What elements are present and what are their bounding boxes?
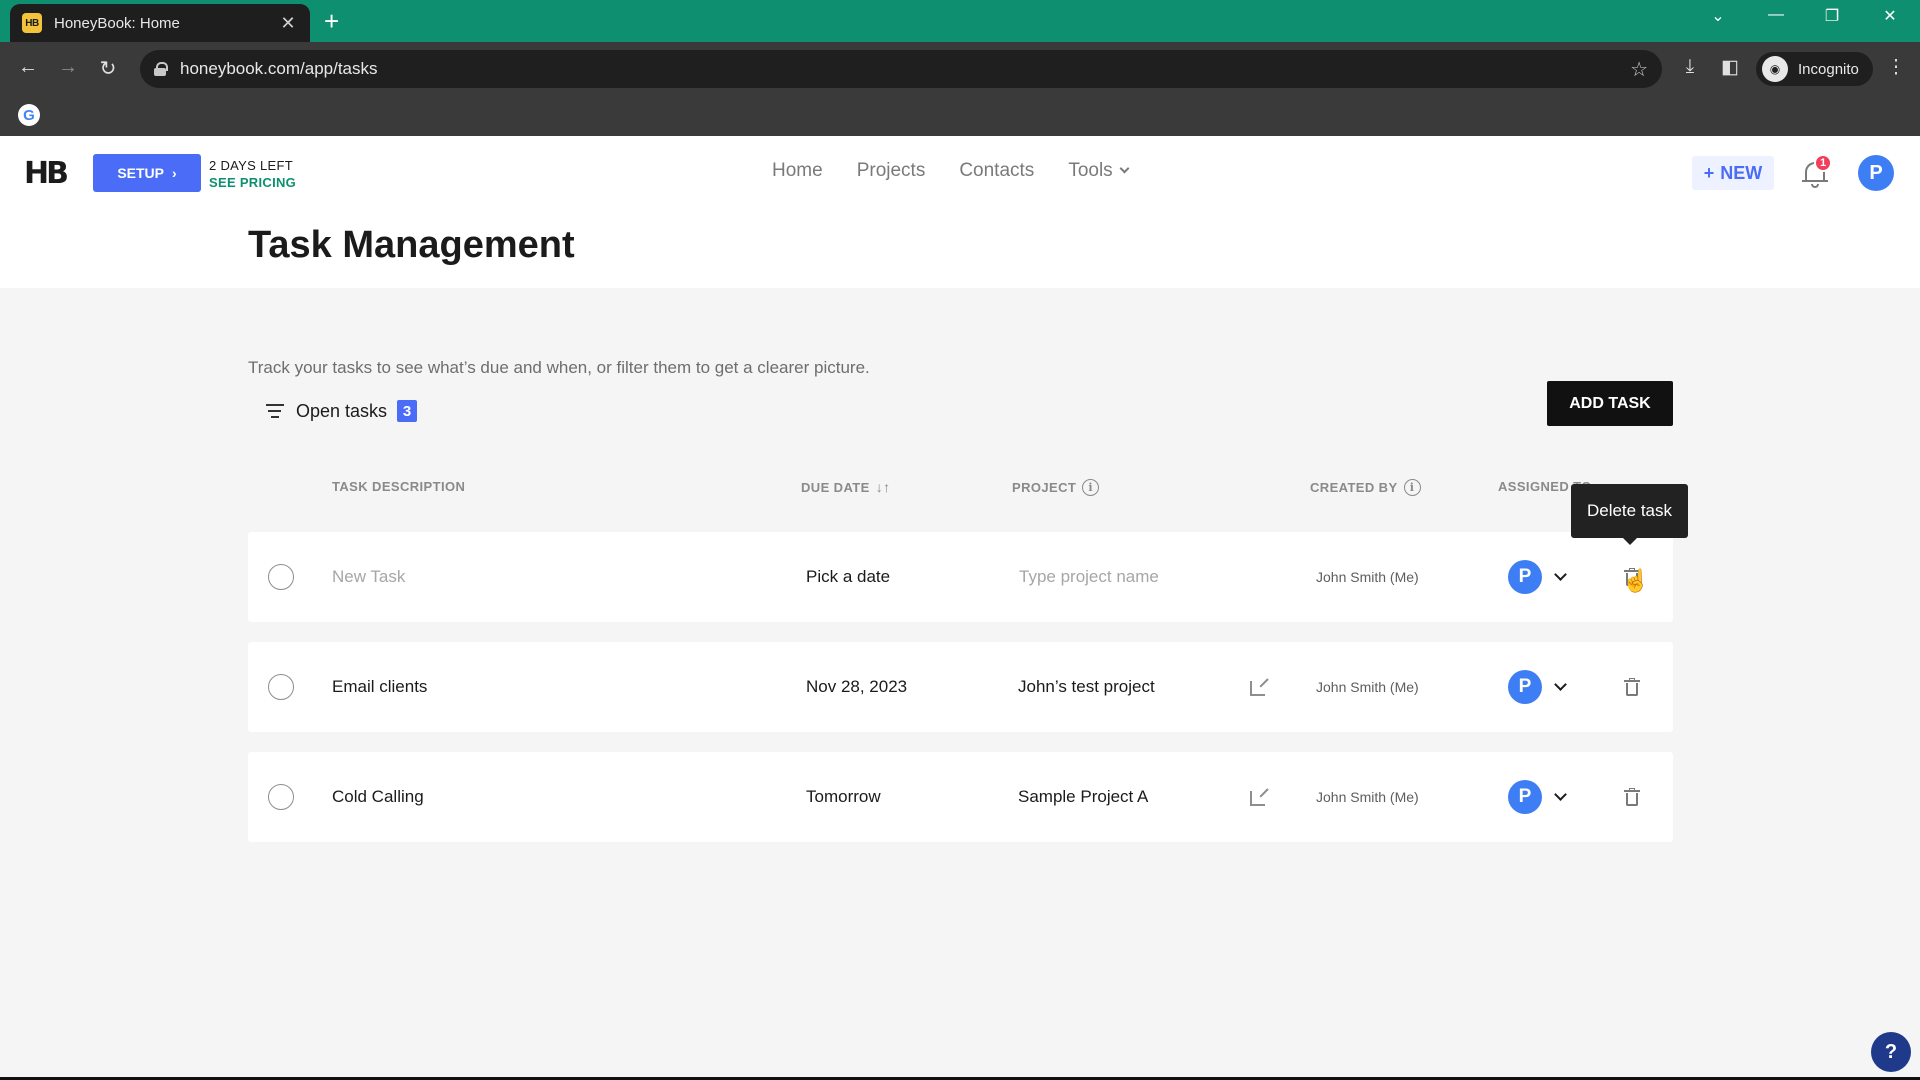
browser-toolbar: ← → ↻ honeybook.com/app/tasks ☆ ⤓ ◧ ◉ In… (0, 42, 1920, 96)
column-header-task: TASK DESCRIPTION (332, 479, 465, 494)
nav-home[interactable]: Home (772, 160, 823, 182)
column-header-created-by: CREATED BY i (1310, 479, 1421, 496)
column-header-due-label: DUE DATE (801, 479, 870, 495)
restore-icon[interactable]: ❐ (1820, 6, 1844, 26)
info-icon[interactable]: i (1082, 479, 1100, 496)
chevron-down-icon (1554, 677, 1567, 691)
url-text: honeybook.com/app/tasks (180, 59, 378, 78)
setup-button[interactable]: SETUP › (93, 154, 201, 192)
incognito-icon: ◉ (1762, 56, 1788, 82)
honeybook-favicon-icon: HB (22, 13, 42, 33)
created-by: John Smith (Me) (1316, 789, 1419, 805)
task-description[interactable]: Cold Calling (332, 752, 424, 842)
delete-task-tooltip: Delete task (1571, 484, 1688, 545)
open-tasks-filter[interactable]: Open tasks 3 (266, 400, 418, 422)
table-row: Cold Calling Tomorrow Sample Project A J… (248, 752, 1673, 842)
nav-tools[interactable]: Tools (1068, 160, 1130, 182)
sort-icon: ↓↑ (875, 479, 891, 495)
setup-label: SETUP (117, 165, 164, 181)
forward-icon[interactable]: → (54, 56, 82, 79)
address-bar[interactable]: honeybook.com/app/tasks ☆ (140, 50, 1662, 88)
assignee-dropdown[interactable]: P (1508, 532, 1567, 622)
reload-icon[interactable]: ↻ (94, 56, 122, 81)
browser-tab[interactable]: HB HoneyBook: Home ✕ (10, 4, 310, 42)
assignee-dropdown[interactable]: P (1508, 752, 1567, 842)
google-bookmark-icon[interactable]: G (18, 104, 40, 126)
honeybook-logo[interactable]: HB (24, 156, 69, 191)
back-icon[interactable]: ← (14, 56, 42, 79)
created-by: John Smith (Me) (1316, 679, 1419, 695)
lock-icon (154, 62, 168, 76)
incognito-profile[interactable]: ◉ Incognito (1756, 52, 1873, 86)
new-task-input[interactable]: New Task (332, 532, 405, 622)
chevron-down-icon (1554, 787, 1567, 801)
trash-icon[interactable] (1624, 788, 1640, 806)
column-header-due-date[interactable]: DUE DATE ↓↑ (801, 479, 891, 495)
add-task-button[interactable]: ADD TASK (1547, 381, 1673, 426)
bookmarks-bar: G (0, 96, 1920, 136)
column-header-project: PROJECT i (1012, 479, 1100, 496)
close-window-icon[interactable]: ✕ (1878, 6, 1902, 26)
table-row: Email clients Nov 28, 2023 John’s test p… (248, 642, 1673, 732)
filter-count-badge: 3 (397, 400, 418, 422)
download-icon[interactable]: ⤓ (1676, 56, 1704, 78)
task-checkbox[interactable] (268, 784, 294, 810)
project-name[interactable]: John’s test project (1018, 642, 1155, 732)
nav-contacts[interactable]: Contacts (959, 160, 1034, 182)
assignee-avatar: P (1508, 780, 1542, 814)
notification-badge: 1 (1814, 154, 1832, 172)
assignee-avatar: P (1508, 670, 1542, 704)
task-description[interactable]: Email clients (332, 642, 427, 732)
page-title: Task Management (248, 224, 575, 266)
chevron-right-icon: › (172, 165, 177, 181)
column-header-project-label: PROJECT (1012, 480, 1077, 495)
bookmark-star-icon[interactable]: ☆ (1630, 57, 1648, 82)
help-button[interactable]: ? (1871, 1032, 1911, 1072)
tab-search-icon[interactable]: ⌄ (1706, 6, 1730, 26)
created-by: John Smith (Me) (1316, 569, 1419, 585)
trash-icon[interactable] (1624, 678, 1640, 696)
info-icon[interactable]: i (1403, 479, 1421, 496)
new-button[interactable]: + NEW (1692, 156, 1774, 190)
due-date[interactable]: Tomorrow (806, 752, 881, 842)
task-checkbox[interactable] (268, 564, 294, 590)
project-name-input[interactable]: Type project name (1019, 532, 1159, 622)
tab-title: HoneyBook: Home (54, 14, 180, 32)
hand-cursor-icon: ☝ (1622, 568, 1650, 593)
assignee-avatar: P (1508, 560, 1542, 594)
filter-icon (266, 404, 284, 418)
nav-projects[interactable]: Projects (857, 160, 926, 182)
column-header-task-label: TASK DESCRIPTION (332, 479, 466, 494)
open-project-icon[interactable] (1250, 678, 1269, 696)
see-pricing-link[interactable]: SEE PRICING (209, 175, 296, 190)
browser-menu-icon[interactable]: ⋮ (1882, 56, 1910, 79)
incognito-label: Incognito (1798, 60, 1859, 78)
chevron-down-icon (1119, 163, 1130, 174)
nav-tools-label: Tools (1068, 160, 1113, 181)
column-header-created-label: CREATED BY (1310, 480, 1398, 495)
due-date[interactable]: Nov 28, 2023 (806, 642, 907, 732)
new-label: NEW (1720, 162, 1763, 183)
project-name[interactable]: Sample Project A (1018, 752, 1148, 842)
side-panel-icon[interactable]: ◧ (1716, 56, 1744, 79)
app-header: HB SETUP › 2 DAYS LEFT SEE PRICING Home … (0, 136, 1920, 288)
trial-days-left: 2 DAYS LEFT (209, 158, 293, 173)
task-checkbox[interactable] (268, 674, 294, 700)
open-project-icon[interactable] (1250, 788, 1269, 806)
filter-label: Open tasks (296, 400, 388, 421)
plus-icon: + (1703, 162, 1715, 183)
user-avatar[interactable]: P (1858, 155, 1894, 191)
new-task-row: New Task Pick a date Type project name J… (248, 532, 1673, 622)
new-tab-icon[interactable]: + (324, 8, 339, 34)
intro-text: Track your tasks to see what’s due and w… (248, 358, 870, 377)
close-tab-icon[interactable]: ✕ (278, 13, 298, 34)
main-nav: Home Projects Contacts Tools (772, 160, 1130, 182)
chevron-down-icon (1554, 567, 1567, 581)
browser-tab-bar: HB HoneyBook: Home ✕ + ⌄ — ❐ ✕ (0, 0, 1920, 42)
minimize-icon[interactable]: — (1764, 6, 1788, 24)
due-date-picker[interactable]: Pick a date (806, 532, 890, 622)
assignee-dropdown[interactable]: P (1508, 642, 1567, 732)
